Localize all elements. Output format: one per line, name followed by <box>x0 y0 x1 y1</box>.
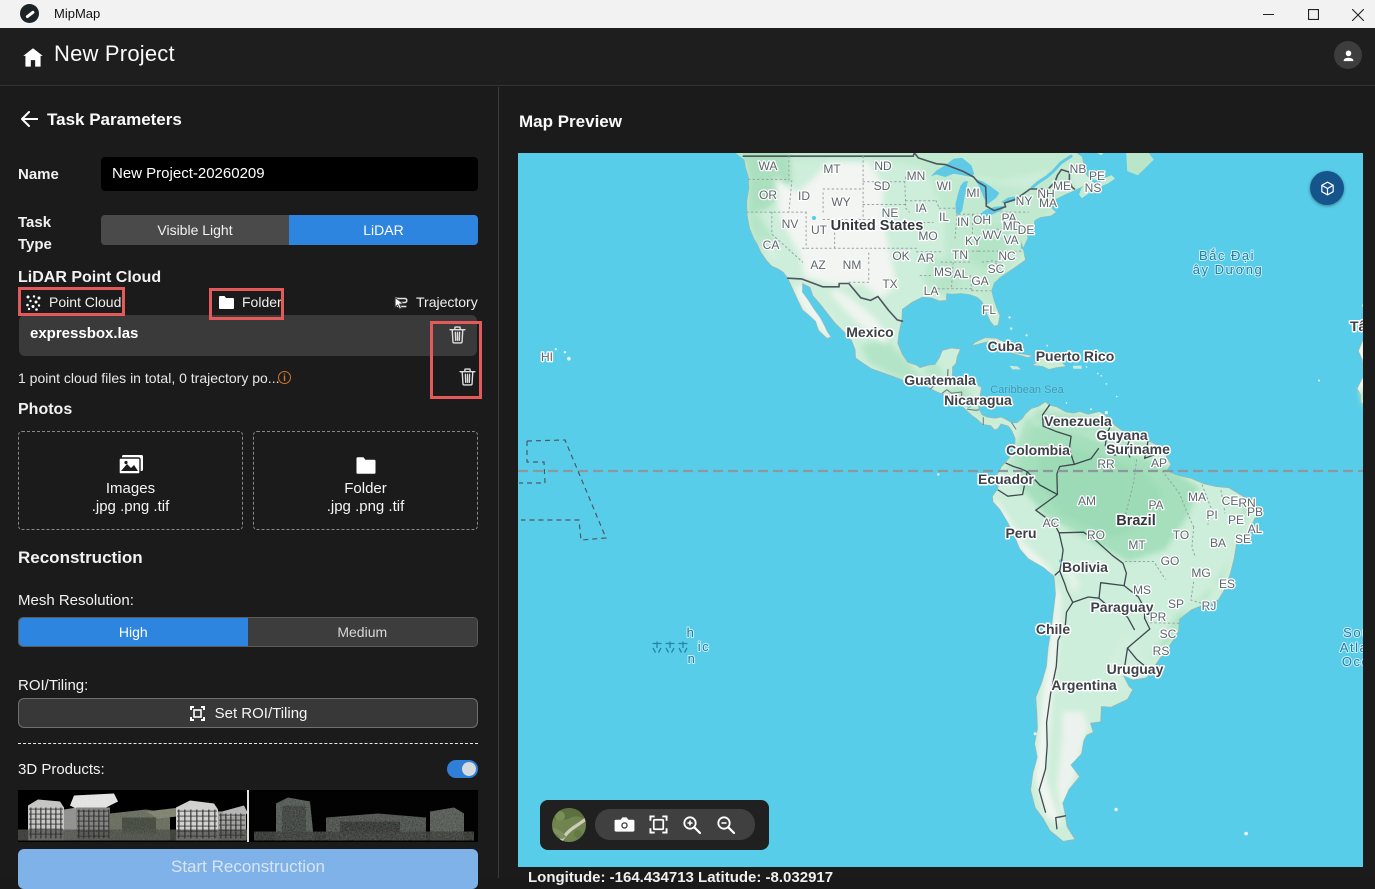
svg-text:WV: WV <box>982 228 1001 242</box>
svg-text:United States: United States <box>831 218 924 234</box>
svg-text:Cuba: Cuba <box>988 338 1023 354</box>
svg-text:ND: ND <box>874 159 892 173</box>
svg-text:MI: MI <box>966 186 979 200</box>
svg-text:ME: ME <box>1053 179 1071 193</box>
svg-text:FL: FL <box>982 303 996 317</box>
svg-text:PI: PI <box>1206 508 1217 522</box>
svg-text:h: h <box>687 625 696 640</box>
svg-text:PE: PE <box>1228 513 1244 527</box>
svg-text:DE: DE <box>1018 223 1035 237</box>
svg-text:ID: ID <box>798 189 810 203</box>
svg-text:SD: SD <box>874 179 891 193</box>
svg-text:NE: NE <box>882 206 899 220</box>
svg-text:NV: NV <box>782 217 799 231</box>
svg-text:AR: AR <box>918 251 935 265</box>
svg-text:Tây: Tây <box>1350 318 1363 334</box>
svg-text:Paraguay: Paraguay <box>1090 599 1153 615</box>
svg-text:OK: OK <box>892 249 909 263</box>
svg-text:TN: TN <box>952 248 968 262</box>
svg-text:CA: CA <box>763 238 780 252</box>
svg-text:MS: MS <box>1133 583 1151 597</box>
svg-text:Bắc Đại: Bắc Đại <box>1199 248 1255 263</box>
svg-text:SE: SE <box>1235 532 1251 546</box>
svg-text:NM: NM <box>843 258 862 272</box>
svg-text:NY: NY <box>1016 194 1033 208</box>
svg-text:NB: NB <box>1070 162 1087 176</box>
svg-text:SC: SC <box>988 262 1005 276</box>
svg-text:AL: AL <box>954 267 969 281</box>
svg-text:MS: MS <box>934 265 952 279</box>
svg-text:TO: TO <box>1173 528 1189 542</box>
svg-text:SC: SC <box>1160 627 1177 641</box>
svg-text:GO: GO <box>1161 554 1180 568</box>
svg-text:IL: IL <box>939 210 949 224</box>
svg-text:LA: LA <box>924 284 939 298</box>
svg-text:Puerto Rico: Puerto Rico <box>1036 348 1115 364</box>
svg-text:IA: IA <box>915 201 926 215</box>
svg-text:RR: RR <box>1097 457 1115 471</box>
svg-text:Caribbean Sea: Caribbean Sea <box>990 384 1064 396</box>
svg-text:Ecuador: Ecuador <box>978 471 1035 487</box>
svg-text:NS: NS <box>1085 181 1102 195</box>
svg-text:RS: RS <box>1153 644 1170 658</box>
svg-text:Sou: Sou <box>1343 625 1363 640</box>
svg-text:MO: MO <box>918 229 937 243</box>
svg-text:IN: IN <box>957 215 969 229</box>
svg-text:ic: ic <box>698 639 710 654</box>
svg-text:MT: MT <box>823 162 841 176</box>
svg-text:RO: RO <box>1087 528 1105 542</box>
svg-text:Peru: Peru <box>1005 525 1036 541</box>
svg-text:PB: PB <box>1247 505 1263 519</box>
svg-text:AC: AC <box>1043 516 1060 530</box>
svg-text:OH: OH <box>973 213 991 227</box>
svg-text:UT: UT <box>811 223 828 237</box>
svg-text:Chile: Chile <box>1036 621 1070 637</box>
svg-text:Guatemala: Guatemala <box>904 372 976 388</box>
svg-text:Argentina: Argentina <box>1051 677 1117 693</box>
svg-text:Atla: Atla <box>1340 640 1363 655</box>
svg-text:AZ: AZ <box>810 258 825 272</box>
svg-text:MT: MT <box>1128 538 1146 552</box>
svg-text:AP: AP <box>1151 456 1167 470</box>
svg-text:Suriname: Suriname <box>1106 441 1170 457</box>
svg-text:ây Dương: ây Dương <box>1193 262 1263 277</box>
svg-text:Uruguay: Uruguay <box>1107 661 1164 677</box>
svg-text:TX: TX <box>882 277 897 291</box>
svg-text:HI: HI <box>541 350 553 364</box>
svg-text:Brazil: Brazil <box>1116 513 1156 529</box>
svg-text:WY: WY <box>831 195 850 209</box>
svg-text:ES: ES <box>1219 577 1235 591</box>
svg-text:KY: KY <box>965 234 981 248</box>
svg-text:PR: PR <box>1150 610 1167 624</box>
svg-text:MA: MA <box>1039 196 1057 210</box>
svg-text:BA: BA <box>1210 536 1226 550</box>
svg-text:Oce: Oce <box>1342 654 1363 669</box>
svg-text:WI: WI <box>937 179 952 193</box>
svg-text:Bolivia: Bolivia <box>1062 559 1108 575</box>
svg-text:NC: NC <box>998 249 1016 263</box>
svg-text:n: n <box>688 651 697 666</box>
svg-text:MN: MN <box>907 169 926 183</box>
svg-text:CE: CE <box>1222 494 1239 508</box>
svg-text:RJ: RJ <box>1202 599 1217 613</box>
svg-text:SP: SP <box>1168 597 1184 611</box>
svg-text:AM: AM <box>1078 494 1096 508</box>
svg-text:Mexico: Mexico <box>846 324 893 340</box>
svg-text:PA: PA <box>1148 498 1163 512</box>
svg-text:GA: GA <box>971 274 988 288</box>
svg-text:MG: MG <box>1191 566 1210 580</box>
svg-text:MA: MA <box>1188 490 1206 504</box>
svg-text:VA: VA <box>1003 233 1018 247</box>
svg-text:OR: OR <box>759 188 777 202</box>
svg-text:WA: WA <box>759 159 778 173</box>
svg-text:Colombia: Colombia <box>1006 442 1070 458</box>
